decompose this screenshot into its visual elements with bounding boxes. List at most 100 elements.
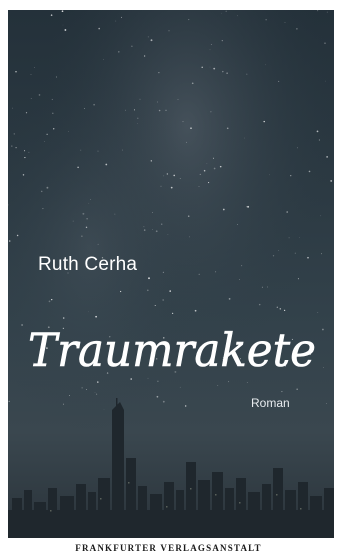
star (241, 265, 243, 267)
star (64, 29, 67, 31)
star (97, 243, 99, 245)
star (98, 27, 100, 30)
star (187, 215, 190, 217)
star (239, 279, 240, 280)
star (125, 109, 126, 111)
star (163, 175, 165, 177)
star (25, 112, 28, 114)
star (16, 234, 19, 237)
star (297, 147, 299, 149)
star (48, 300, 51, 303)
star (261, 286, 263, 288)
city-skyline (8, 398, 334, 538)
star (137, 123, 138, 124)
star (94, 392, 96, 393)
star (46, 186, 49, 189)
star (317, 10, 319, 12)
star (90, 199, 92, 201)
star (157, 101, 159, 103)
star (42, 208, 44, 210)
star (215, 271, 217, 273)
star (198, 186, 200, 187)
star (88, 202, 90, 204)
book-title-text: Traumrakete (28, 323, 316, 377)
star (290, 175, 292, 177)
star (115, 20, 117, 22)
star (276, 306, 278, 308)
star (168, 30, 170, 32)
star (50, 14, 53, 16)
star (8, 240, 11, 242)
star (199, 173, 201, 175)
star (263, 120, 265, 123)
star (28, 151, 30, 153)
star (51, 98, 53, 101)
star (281, 391, 283, 393)
star (77, 166, 79, 169)
star (103, 59, 104, 60)
star (166, 173, 168, 175)
star (182, 121, 184, 123)
star (188, 19, 190, 21)
star (143, 226, 145, 228)
star (244, 137, 245, 139)
star (330, 179, 333, 182)
star (237, 224, 239, 225)
star (325, 80, 327, 82)
star (206, 163, 208, 165)
star (225, 10, 227, 12)
star (55, 76, 57, 78)
star (52, 112, 54, 115)
star (324, 42, 326, 45)
star (222, 70, 224, 73)
star (137, 117, 139, 119)
star (190, 127, 192, 130)
star (122, 149, 124, 151)
star (13, 133, 15, 135)
star (93, 103, 95, 106)
star (147, 36, 149, 38)
star (320, 215, 322, 217)
star (143, 229, 146, 231)
star (68, 131, 69, 132)
star (326, 11, 328, 13)
star (150, 160, 152, 162)
star (286, 211, 289, 213)
star (131, 45, 133, 47)
star (24, 157, 26, 159)
star (322, 328, 324, 331)
star (221, 40, 223, 42)
star (162, 299, 164, 301)
star (40, 190, 43, 193)
star (213, 157, 214, 159)
star (155, 230, 158, 233)
star (246, 73, 248, 75)
star (316, 130, 319, 133)
star (297, 278, 299, 280)
star (68, 394, 70, 396)
star (44, 140, 46, 142)
star (228, 298, 231, 300)
star (85, 226, 88, 229)
star (22, 174, 25, 176)
star (272, 255, 275, 257)
star (191, 82, 194, 85)
star (86, 218, 88, 220)
star (147, 289, 149, 292)
star (160, 223, 163, 225)
star (189, 236, 190, 238)
star (114, 213, 116, 215)
star (209, 66, 211, 68)
star (38, 94, 41, 96)
star (208, 182, 210, 184)
author-name: Ruth Cerha (38, 254, 138, 275)
star (226, 72, 228, 74)
publisher-name: FRANKFURTER VERLAGSANSTALT (75, 543, 262, 553)
star (198, 273, 200, 275)
star (308, 170, 311, 173)
star (299, 237, 300, 238)
star (154, 305, 156, 306)
star (158, 109, 161, 112)
star (213, 67, 216, 70)
star (219, 165, 222, 168)
